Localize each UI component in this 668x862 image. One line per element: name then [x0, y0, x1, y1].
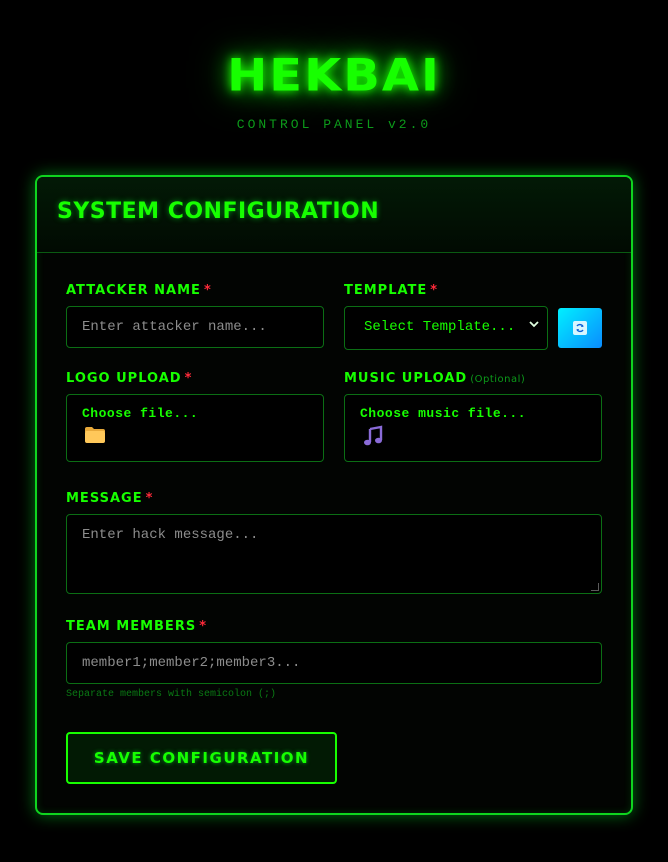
refresh-template-button[interactable]: [558, 308, 602, 348]
folder-icon: [84, 425, 106, 450]
team-members-placeholder: member1;member2;member3...: [82, 655, 301, 671]
logo-upload-label: LOGO UPLOAD *: [66, 371, 192, 386]
attacker-name-label: ATTACKER NAME *: [66, 283, 212, 298]
resize-handle-icon[interactable]: [591, 583, 599, 591]
template-label-text: TEMPLATE: [344, 283, 428, 298]
required-marker: *: [430, 283, 439, 298]
required-marker: *: [203, 283, 212, 298]
attacker-name-label-text: ATTACKER NAME: [66, 283, 201, 298]
optional-marker: (Optional): [470, 374, 526, 385]
music-choose-file: Choose music file...: [360, 406, 527, 421]
team-members-label-text: TEAM MEMBERS: [66, 619, 197, 634]
logo-upload-label-text: LOGO UPLOAD: [66, 371, 182, 386]
team-members-label: TEAM MEMBERS *: [66, 619, 207, 634]
required-marker: *: [145, 491, 154, 506]
save-configuration-button[interactable]: SAVE CONFIGURATION: [66, 732, 337, 784]
brand-subtitle: CONTROL PANEL v2.0: [236, 117, 432, 132]
logo-upload-input[interactable]: Choose file...: [66, 394, 324, 462]
music-upload-label-text: MUSIC UPLOAD: [344, 371, 468, 386]
template-selected-value: Select Template...: [364, 319, 516, 335]
music-note-icon: [362, 425, 384, 452]
template-label: TEMPLATE *: [344, 283, 438, 298]
music-upload-input[interactable]: Choose music file...: [344, 394, 602, 462]
attacker-name-input[interactable]: Enter attacker name...: [66, 306, 324, 348]
message-label-text: MESSAGE: [66, 491, 143, 506]
team-members-hint: Separate members with semicolon (;): [66, 689, 277, 700]
logo-choose-file: Choose file...: [82, 406, 199, 421]
message-placeholder: Enter hack message...: [82, 527, 259, 543]
chevron-down-icon: [529, 319, 539, 333]
panel-title: SYSTEM CONFIGURATION: [57, 199, 380, 224]
music-upload-label: MUSIC UPLOAD (Optional): [344, 371, 525, 386]
brand-title: HEKBAI: [227, 50, 441, 102]
panel-header: SYSTEM CONFIGURATION: [37, 177, 631, 253]
attacker-name-placeholder: Enter attacker name...: [82, 319, 267, 335]
team-members-input[interactable]: member1;member2;member3...: [66, 642, 602, 684]
template-select[interactable]: Select Template...: [344, 306, 548, 350]
message-label: MESSAGE *: [66, 491, 153, 506]
refresh-icon: [573, 321, 587, 335]
message-textarea[interactable]: Enter hack message...: [66, 514, 602, 594]
required-marker: *: [199, 619, 207, 634]
required-marker: *: [184, 371, 193, 386]
